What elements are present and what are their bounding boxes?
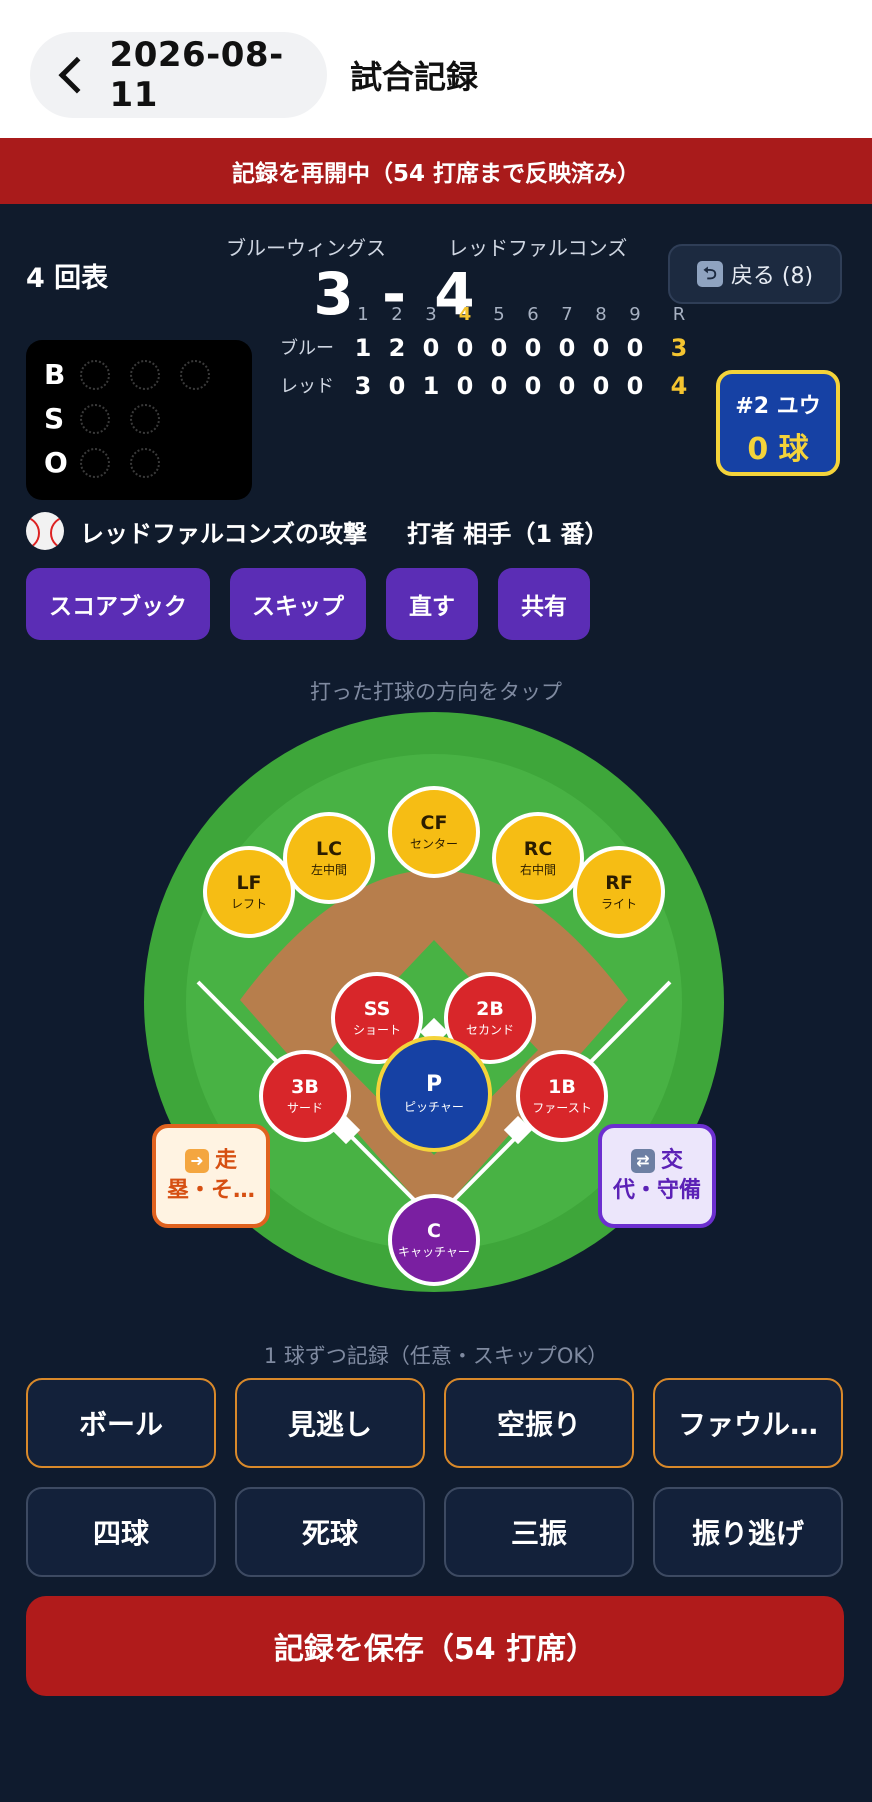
undo-label: 戻る (8) [730, 264, 814, 289]
inning-runs: 0 [592, 334, 610, 362]
strikeout-button[interactable]: 三振 [444, 1487, 634, 1577]
ball-label: B [44, 358, 66, 391]
position-lf[interactable]: LF レフト [203, 846, 295, 938]
position-c[interactable]: C キャッチャー [388, 1194, 480, 1286]
hit-by-pitch-button[interactable]: 死球 [235, 1487, 425, 1577]
attacking-team-text: レッドファルコンズの攻撃 [80, 519, 368, 548]
inning-number: 8 [595, 304, 607, 325]
away-short-name: ブルー [280, 338, 334, 359]
inning-number: 9 [629, 304, 641, 325]
batter-text: 打者 相手（1 番） [407, 519, 609, 548]
swap-icon: ⇄ [630, 1149, 655, 1174]
inning-number: 5 [493, 304, 505, 325]
score-panel: 4 回表 ブルーウィングス レッドファルコンズ 3 - 4 ⮌ 戻る (8) B… [0, 204, 872, 670]
baseball-icon [26, 512, 64, 550]
inning-runs: 0 [626, 334, 644, 362]
inning-runs: 0 [490, 372, 508, 400]
position-1b[interactable]: 1B ファースト [516, 1050, 608, 1142]
inning-runs: 0 [626, 372, 644, 400]
position-rf[interactable]: RF ライト [573, 846, 665, 938]
back-button[interactable]: 2026-08-11 [30, 32, 327, 118]
inning-runs: 3 [354, 372, 372, 400]
inning-runs: 0 [558, 334, 576, 362]
home-team-name: レッドファルコンズ [448, 236, 628, 260]
ball-dot [80, 359, 110, 390]
inning-runs: 0 [422, 334, 440, 362]
inning-runs: 1 [422, 372, 440, 400]
inning-number: 7 [561, 304, 573, 325]
top-bar: 2026-08-11 試合記録 [0, 0, 872, 138]
undo-button[interactable]: ⮌ 戻る (8) [668, 244, 842, 304]
away-team-name: ブルーウィングス [226, 236, 386, 260]
inning-runs: 0 [456, 372, 474, 400]
ball-dot [180, 359, 210, 390]
page-title: 試合記録 [350, 58, 479, 96]
attack-status: レッドファルコンズの攻撃 打者 相手（1 番） [26, 512, 608, 550]
pitch-hint: 1 球ずつ記録（任意・スキップOK） [263, 1344, 609, 1368]
ball-count-row: B [44, 358, 230, 391]
inning-runs: 0 [456, 334, 474, 362]
home-line-row: レッド 3 0 1 0 0 0 0 0 0 4 [280, 372, 696, 400]
line-score-header: 1 2 3 4 5 6 7 8 9 R [280, 304, 696, 325]
called-strike-button[interactable]: 見逃し [235, 1378, 425, 1468]
swinging-strike-button[interactable]: 空振り [444, 1378, 634, 1468]
inning-runs: 0 [490, 334, 508, 362]
strike-dot [130, 403, 160, 434]
position-rc[interactable]: RC 右中間 [492, 812, 584, 904]
foul-button[interactable]: ファウル… [653, 1378, 843, 1468]
share-button[interactable]: 共有 [498, 568, 590, 640]
runner-icon: ➜ [184, 1149, 209, 1174]
pitcher-card[interactable]: #2 ユウ 0 球 [716, 370, 840, 476]
inning-runs: 0 [558, 372, 576, 400]
baserunning-button[interactable]: ➜ 走 塁・そ… [152, 1124, 270, 1228]
inning-runs: 1 [354, 334, 372, 362]
skip-button[interactable]: スキップ [230, 568, 366, 640]
inning-runs: 0 [388, 372, 406, 400]
ball-dot [130, 359, 160, 390]
position-cf[interactable]: CF センター [388, 786, 480, 878]
strike-label: S [44, 402, 65, 435]
inning-number: 1 [357, 304, 369, 325]
pitcher-name: #2 ユウ [735, 394, 821, 419]
substitution-button[interactable]: ⇄ 交 代・守備 [598, 1124, 716, 1228]
chevron-left-icon [58, 56, 95, 94]
out-label: O [44, 446, 68, 479]
walk-button[interactable]: 四球 [26, 1487, 216, 1577]
action-buttons: スコアブック スキップ 直す 共有 [26, 568, 610, 640]
ball-button[interactable]: ボール [26, 1378, 216, 1468]
undo-icon: ⮌ [696, 261, 723, 287]
dropped-third-strike-button[interactable]: 振り逃げ [653, 1487, 843, 1577]
inning-runs: 0 [592, 372, 610, 400]
away-total-runs: 3 [670, 334, 688, 362]
position-p[interactable]: P ピッチャー [376, 1036, 492, 1152]
resume-banner: 記録を再開中（54 打席まで反映済み） [0, 138, 872, 204]
inning-runs: 0 [524, 334, 542, 362]
out-dot [130, 447, 160, 478]
home-short-name: レッド [280, 376, 334, 397]
fix-button[interactable]: 直す [386, 568, 478, 640]
save-record-button[interactable]: 記録を保存（54 打席） [26, 1596, 844, 1696]
position-lc[interactable]: LC 左中間 [283, 812, 375, 904]
strike-count-row: S [44, 402, 180, 435]
inning-runs: 2 [388, 334, 406, 362]
current-inning-number: 4 [458, 304, 472, 325]
runs-header: R [672, 304, 686, 325]
inning-number: 3 [425, 304, 437, 325]
away-line-row: ブルー 1 2 0 0 0 0 0 0 0 3 [280, 334, 696, 362]
scorebook-button[interactable]: スコアブック [26, 568, 210, 640]
out-dot [80, 447, 110, 478]
home-total-runs: 4 [670, 372, 688, 400]
inning-number: 2 [391, 304, 403, 325]
position-3b[interactable]: 3B サード [259, 1050, 351, 1142]
inning-number: 6 [527, 304, 539, 325]
pitch-count: 0 球 [747, 432, 809, 467]
out-count-row: O [44, 446, 180, 479]
game-date: 2026-08-11 [109, 35, 284, 115]
inning-runs: 0 [524, 372, 542, 400]
bso-count: B S O [26, 340, 252, 500]
strike-dot [80, 403, 110, 434]
